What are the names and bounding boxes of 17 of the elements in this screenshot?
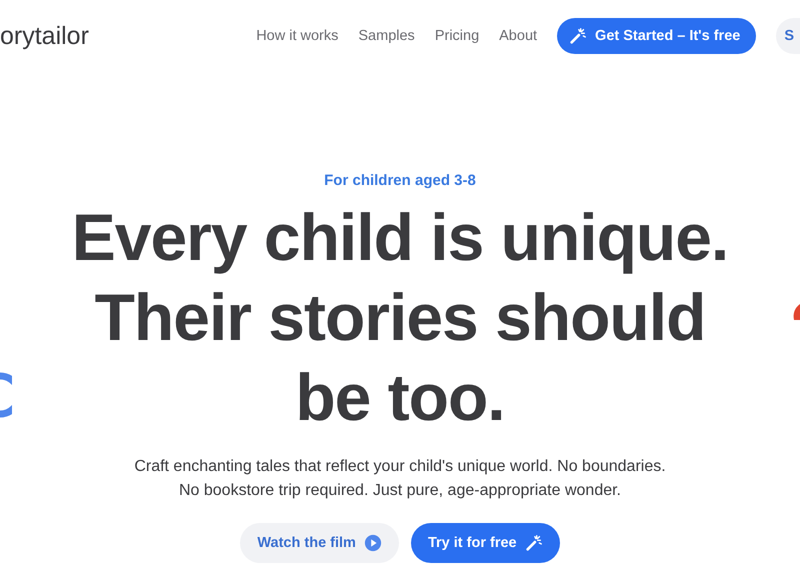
nav-link[interactable]: Pricing: [434, 28, 480, 44]
nav-link[interactable]: How it works: [256, 28, 338, 44]
get-started-button[interactable]: Get Started – It's free: [557, 18, 756, 54]
subtitle-text: Craft enchanting tales that reflect your child's unique world. No boundaries. No bookstore trip required. Just pure, age-appropriate wonder.: [134, 457, 666, 501]
watch-film-button[interactable]: Watch the film: [240, 523, 399, 563]
nav-link[interactable]: Samples: [358, 28, 415, 44]
play-icon: [364, 534, 382, 552]
headline: Every child is unique. Their stories should be too.: [72, 199, 728, 436]
arc-decoration: [0, 370, 12, 420]
magic-wand-icon: [524, 534, 543, 552]
logo-text[interactable]: orytailor: [0, 22, 89, 50]
try-free-button[interactable]: Try it for free: [410, 523, 560, 563]
magic-wand-icon: [569, 27, 588, 45]
shape-decoration: [792, 304, 800, 320]
secondary-button[interactable]: S: [776, 18, 800, 54]
eyebrow-text: For children aged 3-8: [324, 172, 476, 189]
nav-link[interactable]: About: [499, 28, 538, 44]
